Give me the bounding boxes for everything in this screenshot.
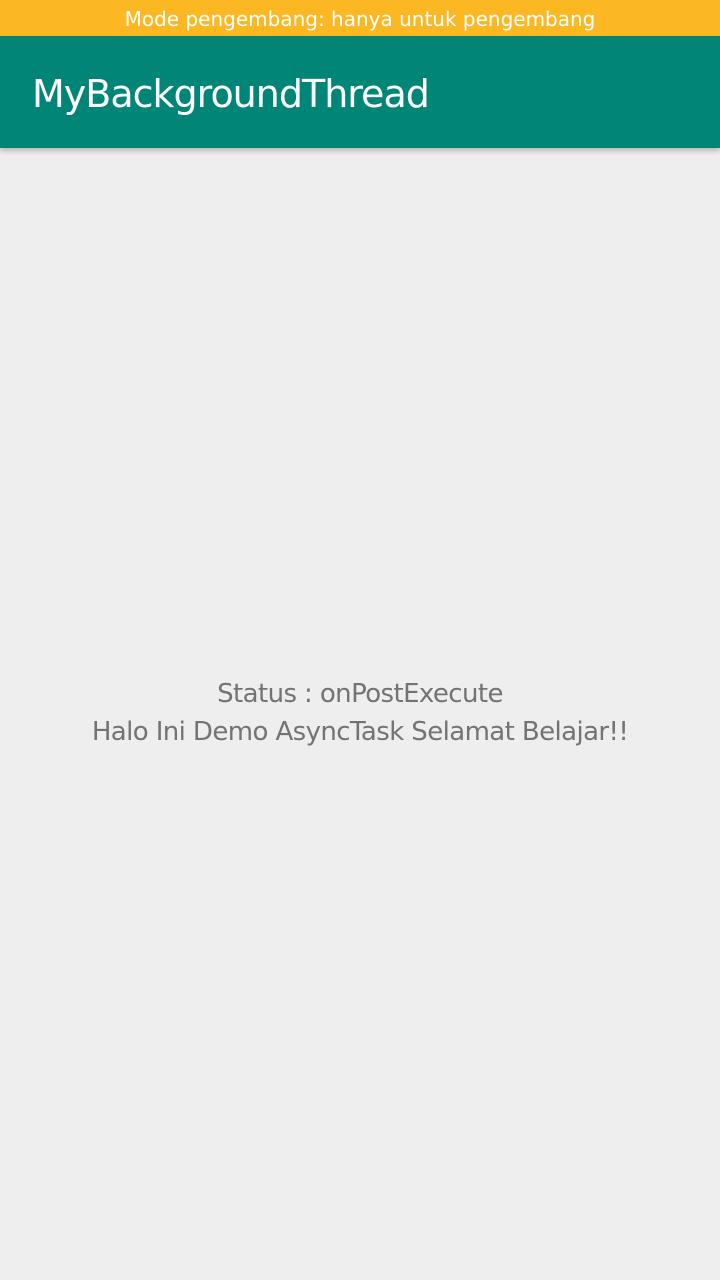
message-text: Halo Ini Demo AsyncTask Selamat Belajar!… — [91, 717, 629, 747]
screen: Mode pengembang: hanya untuk pengembang … — [0, 0, 720, 1280]
app-title: MyBackgroundThread — [32, 72, 430, 116]
developer-mode-text: Mode pengembang: hanya untuk pengembang — [124, 7, 596, 31]
status-text: Status : onPostExecute — [217, 679, 503, 709]
main-content: Status : onPostExecute Halo Ini Demo Asy… — [0, 148, 720, 1280]
app-bar: MyBackgroundThread — [0, 36, 720, 148]
status-message-block: Status : onPostExecute Halo Ini Demo Asy… — [0, 675, 720, 751]
developer-mode-banner: Mode pengembang: hanya untuk pengembang — [0, 0, 720, 36]
